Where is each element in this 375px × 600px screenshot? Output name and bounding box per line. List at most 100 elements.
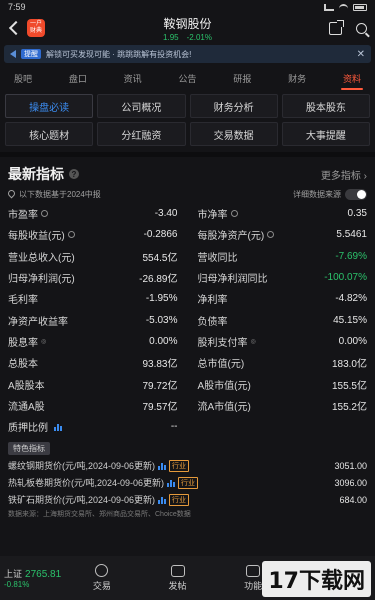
tab-announcements[interactable]: 公告	[174, 66, 200, 91]
metric-label: 营业总收入(元)	[8, 252, 75, 264]
notice-banner[interactable]: 提醒 解锁可买发现可能 · 跳跳跳解有投资机会! ✕	[4, 45, 371, 63]
subtab-shareholders[interactable]: 股本股东	[281, 94, 370, 118]
section-title: 最新指标 ?	[8, 164, 79, 184]
post-button[interactable]: 发帖	[140, 564, 216, 592]
info-icon[interactable]	[41, 210, 48, 218]
metric-label: 股息率 ◎	[8, 337, 47, 349]
banner-text: 解锁可买发现可能 · 跳跳跳解有投资机会!	[46, 49, 192, 59]
more-metrics-link[interactable]: 更多指标 ›	[321, 167, 367, 182]
metric-label: 负债率	[197, 316, 228, 328]
info-icon[interactable]	[230, 210, 238, 218]
metric-row: 股息率 ◎ 0.00% 股利支付率 ◎ 0.00%	[8, 331, 367, 352]
metric-value: 5.5461	[336, 229, 367, 241]
metric-value: 79.72亿	[142, 380, 178, 392]
search-icon[interactable]	[356, 22, 367, 34]
chart-bars-icon[interactable]	[54, 423, 62, 431]
metric-label: 流通A股	[8, 401, 45, 413]
metric-label: 营收同比	[197, 252, 238, 264]
subtab-trade-data[interactable]: 交易数据	[189, 122, 278, 146]
metric-label: A股市值(元)	[197, 380, 251, 392]
metric-cell: 营业总收入(元) 554.5亿	[8, 249, 188, 264]
metric-label: 总市值(元)	[197, 359, 245, 371]
detail-source-toggle[interactable]	[345, 189, 367, 200]
industry-tag[interactable]: 行业	[169, 493, 190, 506]
status-icons	[324, 3, 367, 11]
metric-cell: 总股本 93.83亿	[8, 355, 188, 370]
metric-cell: 营收同比 -7.69%	[188, 249, 368, 264]
special-row[interactable]: 螺纹钢期货价(元/吨,2024-09-06更新) 行业 3051.00	[8, 457, 367, 474]
status-time: 7:59	[8, 2, 26, 12]
metric-cell: 流A市值(元) 155.2亿	[188, 398, 368, 413]
subtab-dividends[interactable]: 分红融资	[97, 122, 186, 146]
tab-finance[interactable]: 财务	[284, 66, 310, 91]
close-icon[interactable]: ✕	[357, 49, 365, 60]
tab-guba[interactable]: 股吧	[10, 66, 36, 91]
metric-cell: 负债率 45.15%	[188, 313, 368, 328]
metric-label: 每股净资产(元)	[198, 227, 275, 242]
metric-row: 市盈率 -3.40 市净率 0.35	[8, 203, 367, 224]
tab-news[interactable]: 资讯	[120, 66, 146, 91]
metric-cell: 每股净资产(元) 5.5461	[188, 227, 368, 242]
special-label: 铁矿石期货价(元/吨,2024-09-06更新) 行业	[8, 493, 190, 506]
metric-cell: 归母净利润(元) -26.89亿	[8, 270, 188, 285]
post-icon	[170, 564, 185, 577]
info-icon[interactable]: ◎	[251, 338, 256, 345]
metric-cell: 归母净利润同比 -100.07%	[188, 270, 368, 285]
industry-tag[interactable]: 行业	[169, 459, 190, 472]
subtab-company-overview[interactable]: 公司概况	[97, 94, 186, 118]
special-row[interactable]: 热轧板卷期货价(元/吨,2024-09-06更新) 行业 3096.00	[8, 474, 367, 491]
tab-profile[interactable]: 资料	[339, 66, 365, 91]
metric-value: 79.57亿	[142, 401, 178, 413]
subtab-financial-analysis[interactable]: 财务分析	[189, 94, 278, 118]
subtab-must-read[interactable]: 操盘必读	[5, 94, 94, 118]
back-icon[interactable]	[8, 20, 24, 36]
stock-change: -2.01%	[186, 32, 212, 42]
metric-cell: 净资产收益率 -5.03%	[8, 313, 188, 328]
metric-value: 554.5亿	[142, 252, 178, 264]
industry-tag[interactable]: 行业	[178, 476, 199, 489]
special-row[interactable]: 铁矿石期货价(元/吨,2024-09-06更新) 行业 684.00	[8, 491, 367, 508]
help-icon[interactable]: ?	[69, 169, 79, 179]
stock-price: 1.95	[163, 32, 179, 42]
share-icon[interactable]	[329, 19, 344, 35]
metric-cell: 每股收益(元) -0.2866	[8, 227, 188, 242]
subtab-events[interactable]: 大事提醒	[281, 122, 370, 146]
tab-pankou[interactable]: 盘口	[65, 66, 91, 91]
metric-row: 质押比例 --	[8, 416, 367, 437]
metric-value: -26.89亿	[139, 274, 178, 286]
signal-icon	[324, 3, 334, 11]
metric-cell: 股利支付率 ◎ 0.00%	[188, 334, 368, 349]
metric-label: 归母净利润同比	[197, 274, 268, 286]
banner-tag: 提醒	[21, 49, 41, 59]
chart-bars-icon[interactable]	[158, 496, 167, 504]
trade-button[interactable]: 交易	[64, 564, 140, 592]
section-header: 最新指标 ? 更多指标 ›	[0, 157, 375, 187]
metric-cell: 流通A股 79.57亿	[8, 398, 188, 413]
metric-cell: 质押比例 --	[8, 419, 188, 434]
metric-cell: 毛利率 -1.95%	[8, 291, 188, 306]
metric-value: -4.82%	[335, 293, 367, 305]
stock-title: 鞍钢股份 1.95 -2.01%	[163, 15, 212, 42]
metric-value: -100.07%	[324, 272, 367, 284]
info-icon[interactable]	[267, 231, 275, 239]
metric-label: 市净率	[198, 206, 238, 221]
data-note: 以下数据基于2024中报	[6, 188, 101, 200]
metric-value: -7.69%	[335, 250, 367, 262]
metric-cell: A股市值(元) 155.5亿	[188, 377, 368, 392]
special-value: 684.00	[339, 494, 367, 505]
index-ticker[interactable]: 上证 2765.81 -0.81%	[4, 567, 64, 589]
metric-cell: 总市值(元) 183.0亿	[188, 355, 368, 370]
chart-bars-icon[interactable]	[158, 462, 167, 470]
metric-row: 毛利率 -1.95% 净利率 -4.82%	[8, 288, 367, 309]
metric-label: 净利率	[197, 295, 228, 307]
tab-research[interactable]: 研报	[229, 66, 255, 91]
metric-value: 0.00%	[149, 335, 178, 347]
subtab-core-themes[interactable]: 核心题材	[5, 122, 94, 146]
chart-bars-icon[interactable]	[167, 479, 176, 487]
info-icon[interactable]: ◎	[41, 338, 46, 345]
special-label: 热轧板卷期货价(元/吨,2024-09-06更新) 行业	[8, 476, 199, 489]
info-icon[interactable]	[67, 231, 75, 239]
metric-value: 155.5亿	[331, 380, 367, 392]
special-value: 3096.00	[334, 477, 367, 488]
metric-row: 归母净利润(元) -26.89亿 归母净利润同比 -100.07%	[8, 267, 367, 288]
